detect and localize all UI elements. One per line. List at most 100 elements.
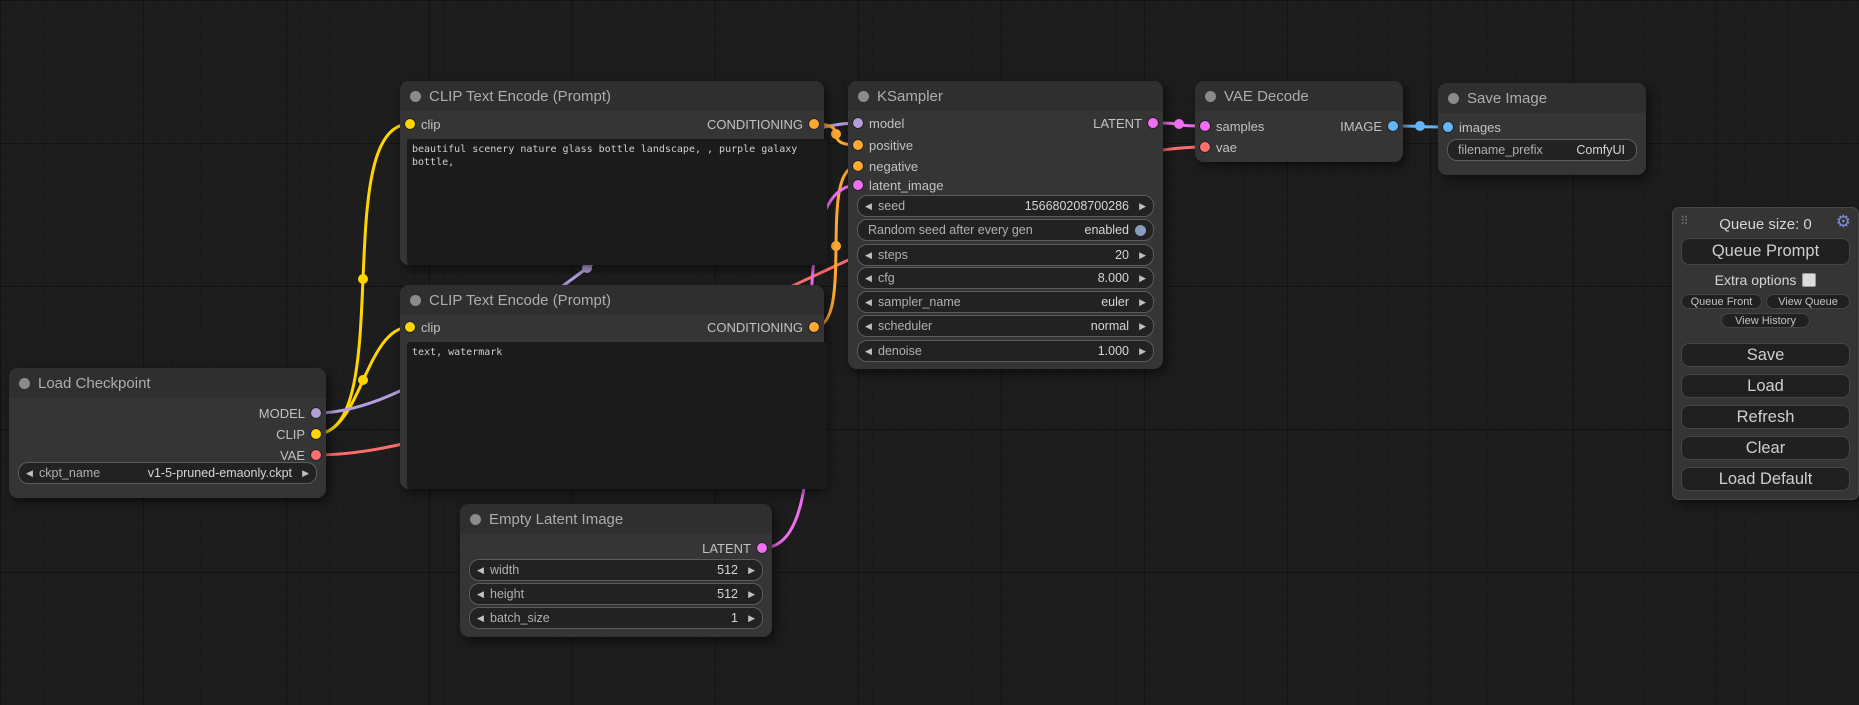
latent-slot-icon[interactable]	[853, 180, 863, 190]
widget-height[interactable]: ◀ height 512 ▶	[469, 583, 763, 605]
node-title-bar[interactable]: VAE Decode	[1195, 81, 1403, 111]
decrement-icon[interactable]: ◀	[865, 250, 878, 261]
decrement-icon[interactable]: ◀	[477, 589, 490, 600]
image-slot-icon[interactable]	[1388, 121, 1398, 131]
input-slot-clip[interactable]: clip	[405, 319, 441, 335]
increment-icon[interactable]: ▶	[1133, 273, 1146, 284]
node-collapse-dot-icon[interactable]	[410, 295, 421, 306]
node-ksampler[interactable]: KSampler model positive negative latent_…	[848, 81, 1163, 369]
negative-prompt-textarea[interactable]: text, watermark	[407, 342, 827, 489]
widget-seed[interactable]: ◀ seed 156680208700286 ▶	[857, 195, 1154, 217]
widget-ckpt-name[interactable]: ◀ ckpt_name v1-5-pruned-emaonly.ckpt ▶	[18, 462, 317, 484]
image-slot-icon[interactable]	[1443, 122, 1453, 132]
increment-icon[interactable]: ▶	[296, 468, 309, 479]
input-slot-vae[interactable]: vae	[1200, 139, 1237, 155]
input-slot-latent-image[interactable]: latent_image	[853, 177, 943, 193]
input-slot-negative[interactable]: negative	[853, 158, 918, 174]
node-vae-decode[interactable]: VAE Decode samples IMAGE vae	[1195, 81, 1403, 162]
node-collapse-dot-icon[interactable]	[410, 91, 421, 102]
output-slot-latent[interactable]: LATENT	[1093, 115, 1158, 131]
queue-panel[interactable]: ⠿ Queue size: 0 ⚙ Queue Prompt Extra opt…	[1672, 207, 1859, 500]
widget-cfg[interactable]: ◀ cfg 8.000 ▶	[857, 267, 1154, 289]
refresh-button[interactable]: Refresh	[1681, 405, 1850, 429]
toggle-indicator-icon[interactable]	[1135, 225, 1146, 236]
load-button[interactable]: Load	[1681, 374, 1850, 398]
input-slot-images[interactable]: images	[1443, 119, 1501, 135]
output-slot-image[interactable]: IMAGE	[1340, 118, 1398, 134]
node-load-checkpoint[interactable]: Load Checkpoint MODEL CLIP VAE ◀ ckpt_na…	[9, 368, 326, 498]
decrement-icon[interactable]: ◀	[865, 346, 878, 357]
clear-button[interactable]: Clear	[1681, 436, 1850, 460]
input-slot-clip[interactable]: clip	[405, 116, 441, 132]
clip-slot-icon[interactable]	[311, 429, 321, 439]
node-collapse-dot-icon[interactable]	[19, 378, 30, 389]
node-title-bar[interactable]: CLIP Text Encode (Prompt)	[400, 285, 824, 315]
widget-batch-size[interactable]: ◀ batch_size 1 ▶	[469, 607, 763, 629]
input-slot-positive[interactable]: positive	[853, 137, 913, 153]
node-empty-latent-image[interactable]: Empty Latent Image LATENT ◀ width 512 ▶ …	[460, 504, 772, 637]
decrement-icon[interactable]: ◀	[865, 321, 878, 332]
output-slot-model[interactable]: MODEL	[259, 405, 321, 421]
output-slot-vae[interactable]: VAE	[280, 447, 321, 463]
model-slot-icon[interactable]	[853, 118, 863, 128]
increment-icon[interactable]: ▶	[742, 589, 755, 600]
node-collapse-dot-icon[interactable]	[858, 91, 869, 102]
settings-gear-icon[interactable]: ⚙	[1836, 212, 1851, 232]
node-clip-text-encode-positive[interactable]: CLIP Text Encode (Prompt) clip CONDITION…	[400, 81, 824, 265]
node-collapse-dot-icon[interactable]	[1205, 91, 1216, 102]
save-button[interactable]: Save	[1681, 343, 1850, 367]
output-slot-conditioning[interactable]: CONDITIONING	[707, 319, 819, 335]
node-title-bar[interactable]: Load Checkpoint	[9, 368, 326, 398]
view-queue-button[interactable]: View Queue	[1766, 294, 1850, 309]
node-collapse-dot-icon[interactable]	[1448, 93, 1459, 104]
queue-prompt-button[interactable]: Queue Prompt	[1681, 238, 1850, 265]
increment-icon[interactable]: ▶	[742, 565, 755, 576]
latent-slot-icon[interactable]	[757, 543, 767, 553]
output-slot-clip[interactable]: CLIP	[276, 426, 321, 442]
increment-icon[interactable]: ▶	[1133, 321, 1146, 332]
queue-front-button[interactable]: Queue Front	[1681, 294, 1762, 309]
node-save-image[interactable]: Save Image images filename_prefix ComfyU…	[1438, 83, 1646, 175]
decrement-icon[interactable]: ◀	[26, 468, 39, 479]
node-graph-canvas[interactable]: Load Checkpoint MODEL CLIP VAE ◀ ckpt_na…	[0, 0, 1859, 705]
conditioning-slot-icon[interactable]	[853, 161, 863, 171]
node-title-bar[interactable]: Save Image	[1438, 83, 1646, 113]
increment-icon[interactable]: ▶	[1133, 250, 1146, 261]
increment-icon[interactable]: ▶	[1133, 346, 1146, 357]
latent-slot-icon[interactable]	[1200, 121, 1210, 131]
conditioning-slot-icon[interactable]	[809, 119, 819, 129]
decrement-icon[interactable]: ◀	[865, 297, 878, 308]
widget-random-seed-toggle[interactable]: Random seed after every gen enabled	[857, 219, 1154, 241]
node-clip-text-encode-negative[interactable]: CLIP Text Encode (Prompt) clip CONDITION…	[400, 285, 824, 489]
clip-slot-icon[interactable]	[405, 119, 415, 129]
increment-icon[interactable]: ▶	[742, 613, 755, 624]
extra-options-checkbox[interactable]	[1802, 273, 1816, 287]
conditioning-slot-icon[interactable]	[853, 140, 863, 150]
input-slot-samples[interactable]: samples	[1200, 118, 1264, 134]
widget-width[interactable]: ◀ width 512 ▶	[469, 559, 763, 581]
widget-denoise[interactable]: ◀ denoise 1.000 ▶	[857, 340, 1154, 362]
node-title-bar[interactable]: Empty Latent Image	[460, 504, 772, 534]
node-title-bar[interactable]: KSampler	[848, 81, 1163, 111]
output-slot-latent[interactable]: LATENT	[702, 540, 767, 556]
latent-slot-icon[interactable]	[1148, 118, 1158, 128]
positive-prompt-textarea[interactable]: beautiful scenery nature glass bottle la…	[407, 139, 827, 265]
decrement-icon[interactable]: ◀	[865, 273, 878, 284]
widget-scheduler[interactable]: ◀ scheduler normal ▶	[857, 315, 1154, 337]
widget-filename-prefix[interactable]: filename_prefix ComfyUI	[1447, 139, 1637, 161]
clip-slot-icon[interactable]	[405, 322, 415, 332]
decrement-icon[interactable]: ◀	[477, 613, 490, 624]
increment-icon[interactable]: ▶	[1133, 201, 1146, 212]
vae-slot-icon[interactable]	[311, 450, 321, 460]
increment-icon[interactable]: ▶	[1133, 297, 1146, 308]
node-title-bar[interactable]: CLIP Text Encode (Prompt)	[400, 81, 824, 111]
widget-steps[interactable]: ◀ steps 20 ▶	[857, 244, 1154, 266]
conditioning-slot-icon[interactable]	[809, 322, 819, 332]
model-slot-icon[interactable]	[311, 408, 321, 418]
load-default-button[interactable]: Load Default	[1681, 467, 1850, 491]
node-collapse-dot-icon[interactable]	[470, 514, 481, 525]
widget-sampler-name[interactable]: ◀ sampler_name euler ▶	[857, 291, 1154, 313]
input-slot-model[interactable]: model	[853, 115, 904, 131]
vae-slot-icon[interactable]	[1200, 142, 1210, 152]
decrement-icon[interactable]: ◀	[477, 565, 490, 576]
